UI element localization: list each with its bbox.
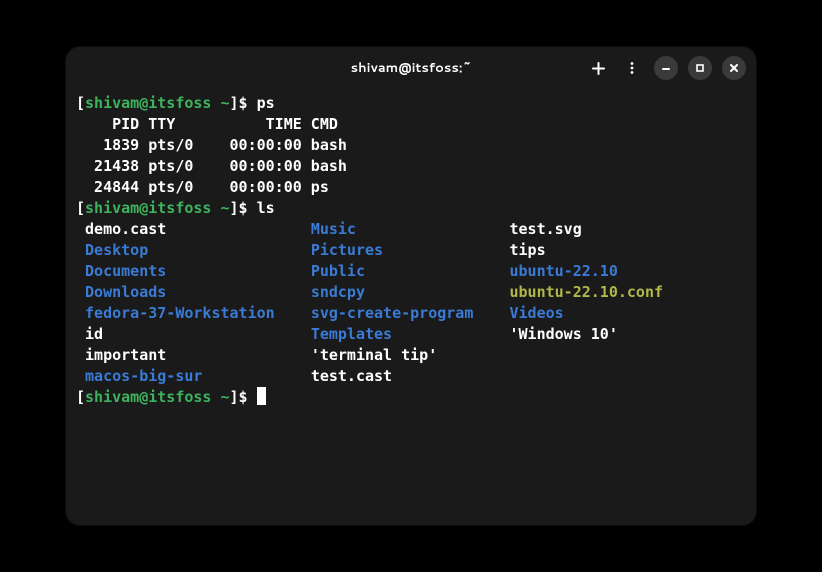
menu-button[interactable] (620, 56, 644, 80)
close-button[interactable] (722, 56, 746, 80)
new-tab-button[interactable] (586, 56, 610, 80)
titlebar-controls (586, 56, 746, 80)
minimize-icon (660, 62, 672, 74)
plus-icon (591, 61, 606, 76)
close-icon (728, 62, 740, 74)
titlebar: shivam@itsfoss:~ (66, 47, 756, 89)
maximize-icon (694, 62, 706, 74)
kebab-icon (625, 61, 639, 75)
cursor (257, 387, 266, 405)
terminal-body[interactable]: [shivam@itsfoss ~]$ ps PID TTY TIME CMD … (66, 89, 756, 412)
terminal-window: shivam@itsfoss:~ [shivam@itsfoss ~]$ ps … (66, 47, 756, 525)
minimize-button[interactable] (654, 56, 678, 80)
maximize-button[interactable] (688, 56, 712, 80)
